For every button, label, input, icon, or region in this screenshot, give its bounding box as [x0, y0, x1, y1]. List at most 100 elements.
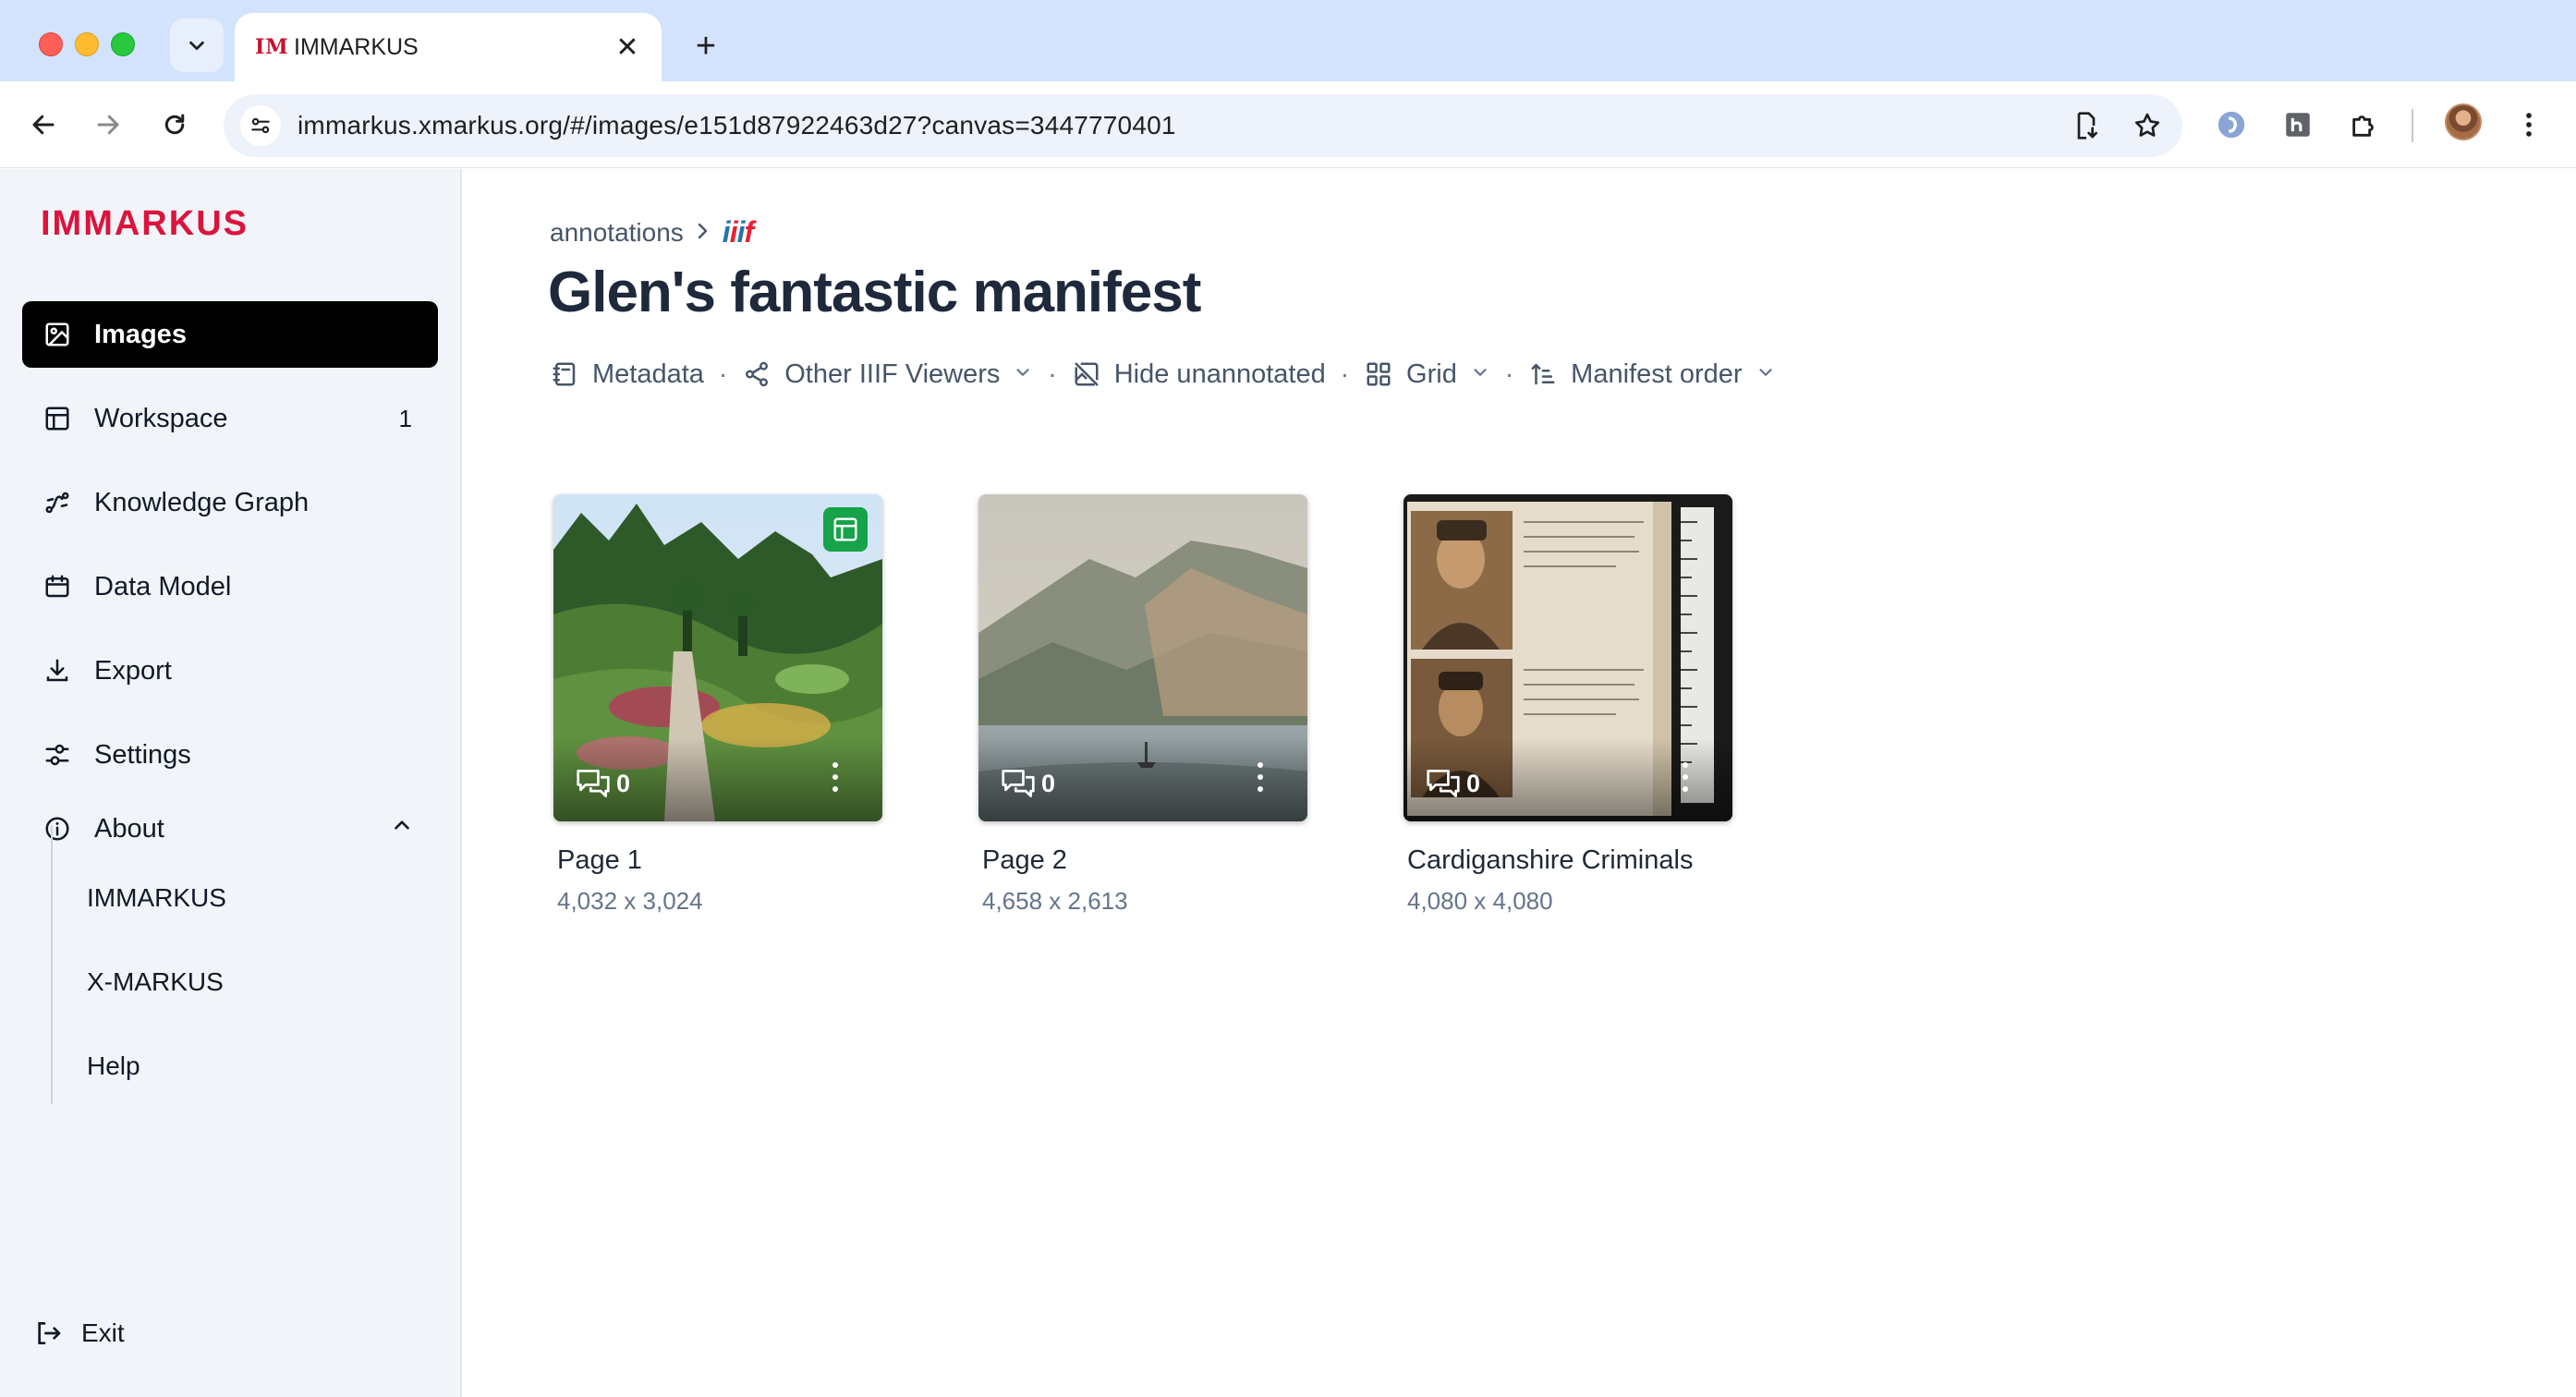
- address-bar[interactable]: immarkus.xmarkus.org/#/images/e151d87922…: [224, 94, 2182, 157]
- iiif-logo: iiif: [722, 215, 754, 249]
- image-card[interactable]: 0 Page 2 4,658 x 2,613: [978, 494, 1307, 916]
- image-off-icon: [1072, 359, 1101, 389]
- other-viewers-dropdown[interactable]: Other IIIF Viewers: [742, 359, 1033, 390]
- about-submenu-rail: [51, 825, 53, 1104]
- comment-count-badge: 0: [1426, 768, 1480, 799]
- sort-order-label: Manifest order: [1571, 358, 1743, 389]
- window-minimize-button[interactable]: [75, 32, 99, 56]
- logout-icon: [33, 1318, 63, 1348]
- image-card[interactable]: 0 Cardiganshire Criminals 4,080 x 4,080: [1403, 494, 1732, 916]
- about-item-immarkus[interactable]: IMMARKUS: [87, 883, 226, 913]
- tab-search-button[interactable]: [170, 18, 224, 72]
- hide-unannotated-toggle[interactable]: Hide unannotated: [1072, 359, 1326, 390]
- card-menu-icon[interactable]: [831, 762, 840, 792]
- image-icon: [43, 320, 72, 349]
- window-close-button[interactable]: [39, 32, 63, 56]
- card-title: Page 2: [982, 845, 1067, 875]
- tab-favicon: IM: [255, 35, 289, 59]
- grid-view-dropdown[interactable]: Grid: [1364, 359, 1490, 390]
- card-menu-icon[interactable]: [1681, 762, 1690, 792]
- sidebar-item-label: Data Model: [94, 571, 232, 601]
- card-menu-icon[interactable]: [1256, 762, 1265, 792]
- metadata-button[interactable]: Metadata: [550, 359, 704, 390]
- main-content: annotations iiif Glen's fantastic manife…: [464, 169, 2576, 1397]
- comments-icon: [577, 770, 610, 797]
- forward-button[interactable]: [85, 102, 131, 148]
- puzzle-icon[interactable]: [2341, 102, 2388, 148]
- site-info-icon[interactable]: [240, 105, 281, 146]
- sliders-icon: [43, 740, 72, 770]
- info-icon: [43, 814, 72, 844]
- separator-dot: ·: [1504, 359, 1514, 388]
- kebab-menu-icon[interactable]: [2506, 102, 2552, 148]
- brand-logo[interactable]: IMMARKUS: [41, 204, 249, 244]
- breadcrumb-separator-icon: [695, 218, 711, 248]
- other-viewers-label: Other IIIF Viewers: [784, 358, 1001, 389]
- hide-unannotated-label: Hide unannotated: [1113, 358, 1326, 389]
- breadcrumb-parent[interactable]: annotations: [550, 218, 684, 248]
- image-thumbnail-criminals[interactable]: 0: [1403, 494, 1732, 821]
- comments-icon: [1002, 770, 1035, 797]
- comment-count: 0: [1466, 769, 1481, 797]
- sidebar-item-label: Knowledge Graph: [94, 487, 310, 517]
- breadcrumb: annotations iiif: [550, 215, 754, 249]
- profile-avatar[interactable]: [2445, 103, 2482, 140]
- chevron-down-icon: [1756, 359, 1776, 390]
- browser-tabstrip: IM IMMARKUS ✕ +: [0, 0, 2576, 81]
- sidebar-item-settings[interactable]: Settings: [22, 722, 438, 788]
- url-text[interactable]: immarkus.xmarkus.org/#/images/e151d87922…: [298, 111, 2060, 140]
- tab-close-icon[interactable]: ✕: [614, 31, 641, 64]
- card-dimensions: 4,032 x 3,024: [557, 887, 703, 915]
- card-dimensions: 4,658 x 2,613: [982, 887, 1128, 915]
- chevron-down-icon: [1013, 359, 1033, 390]
- about-item-help[interactable]: Help: [87, 1051, 140, 1081]
- window-maximize-button[interactable]: [111, 32, 135, 56]
- chevron-down-icon: [1470, 359, 1490, 390]
- card-dimensions: 4,080 x 4,080: [1407, 887, 1553, 915]
- sidebar-item-label: Images: [94, 319, 187, 349]
- sidebar-item-label: Settings: [94, 739, 191, 770]
- sidebar-item-about[interactable]: About: [22, 796, 438, 862]
- image-thumbnail-landscape[interactable]: 0: [978, 494, 1307, 821]
- install-app-icon[interactable]: [2060, 100, 2112, 152]
- separator-dot: ·: [718, 359, 728, 388]
- exit-label: Exit: [81, 1318, 125, 1347]
- back-icon: [32, 115, 55, 135]
- layout-icon: [43, 404, 72, 433]
- exit-button[interactable]: Exit: [33, 1318, 125, 1348]
- grid-icon: [1364, 359, 1393, 389]
- reload-button[interactable]: [152, 102, 198, 148]
- sidebar-item-export[interactable]: Export: [22, 638, 438, 704]
- card-title: Page 1: [557, 845, 642, 875]
- sidebar-item-knowledge-graph[interactable]: Knowledge Graph: [22, 469, 438, 536]
- sidebar-item-data-model[interactable]: Data Model: [22, 553, 438, 620]
- sort-order-dropdown[interactable]: Manifest order: [1528, 359, 1775, 390]
- sidebar-item-images[interactable]: Images: [22, 301, 438, 368]
- sidebar-item-label: Export: [94, 655, 172, 686]
- extension-icon[interactable]: [2208, 102, 2254, 148]
- page-title: Glen's fantastic manifest: [548, 261, 1201, 324]
- chevron-up-icon[interactable]: [390, 813, 414, 844]
- image-thumbnail-garden[interactable]: 0: [553, 494, 882, 821]
- about-item-x-markus[interactable]: X-MARKUS: [87, 967, 224, 997]
- workspace-badge-icon: [823, 507, 868, 552]
- chevron-down-icon: [189, 41, 204, 51]
- graph-icon: [43, 488, 72, 517]
- browser-tab[interactable]: IM IMMARKUS ✕: [235, 13, 662, 81]
- back-button[interactable]: [20, 102, 67, 148]
- workspace-count: 1: [398, 404, 412, 432]
- hypothesis-extension-icon[interactable]: [2275, 102, 2321, 148]
- sidebar-item-workspace[interactable]: Workspace 1: [22, 385, 438, 452]
- comments-icon: [1427, 770, 1460, 797]
- comment-count-badge: 0: [576, 768, 630, 799]
- sidebar-item-label: About: [94, 813, 164, 844]
- browser-toolbar: immarkus.xmarkus.org/#/images/e151d87922…: [0, 81, 2576, 168]
- grid-label: Grid: [1406, 358, 1457, 389]
- bookmark-star-icon[interactable]: [2121, 100, 2173, 152]
- comment-count-badge: 0: [1001, 768, 1055, 799]
- notebook-icon: [550, 359, 579, 389]
- separator-dot: ·: [1048, 359, 1057, 388]
- new-tab-button[interactable]: +: [682, 22, 730, 70]
- toolbar-divider: [2412, 109, 2413, 142]
- image-card[interactable]: 0 Page 1 4,032 x 3,024: [553, 494, 882, 916]
